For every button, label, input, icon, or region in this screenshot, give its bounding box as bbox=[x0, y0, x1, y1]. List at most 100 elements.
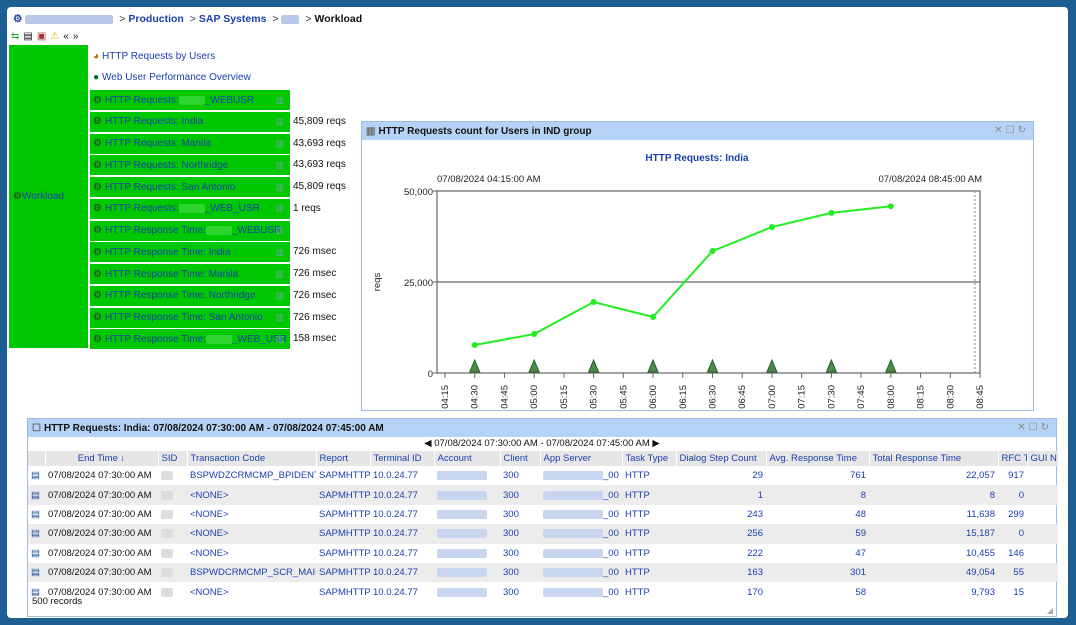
tree-item[interactable]: ⚙ HTTP Response Time: India ▥ bbox=[90, 242, 290, 263]
tree-item-suffix: _WEBUSR bbox=[231, 225, 282, 236]
maximize-icon[interactable]: ☐ bbox=[1029, 422, 1041, 433]
close-icon[interactable]: ✕ bbox=[994, 125, 1005, 136]
restore-icon[interactable]: ↻ bbox=[1018, 125, 1029, 136]
column-header[interactable]: Terminal ID bbox=[370, 451, 435, 466]
table-cell: HTTP bbox=[625, 508, 650, 520]
event-marker-icon bbox=[528, 358, 540, 373]
column-header[interactable]: GUI N bbox=[1027, 451, 1059, 466]
y-axis-label: reqs bbox=[372, 273, 383, 292]
bar-chart-icon[interactable]: ▥ bbox=[275, 182, 284, 193]
gear-icon: ⚙ bbox=[93, 312, 102, 323]
app-server-cell: _00 bbox=[540, 562, 622, 583]
breadcrumb-sid-redacted[interactable] bbox=[281, 14, 300, 24]
prev-range-icon[interactable]: ◀ bbox=[424, 438, 431, 449]
column-header[interactable]: Avg. Response Time bbox=[766, 451, 870, 466]
column-header[interactable]: Client bbox=[500, 451, 541, 466]
table-cell: SAPMHTTP bbox=[316, 485, 370, 505]
tree-item[interactable]: ⚙ HTTP Response Time: Manila ▥ bbox=[90, 264, 290, 284]
column-header[interactable]: SID bbox=[158, 451, 188, 466]
table-cell: 10.0.24.77 bbox=[370, 524, 434, 544]
table-row[interactable]: ▤ 07/08/2024 07:30:00 AM BSPWDCRMCMP_SCR_M… bbox=[28, 562, 1058, 583]
tree-link[interactable]: ● Web User Performance Overview bbox=[90, 68, 290, 88]
breadcrumb-current: Workload bbox=[314, 13, 363, 25]
table-cell: 10.0.24.77 bbox=[373, 586, 418, 598]
tree-item[interactable]: ⚙ HTTP Requests: _WEB_USR ▥ bbox=[90, 198, 290, 219]
table-row[interactable]: ▤ 07/08/2024 07:30:00 AM BSPWDZCRMCMP_BPID… bbox=[28, 466, 1058, 485]
bar-chart-icon[interactable]: ▥ bbox=[275, 225, 284, 236]
gear-icon: ⚙ bbox=[93, 94, 102, 106]
bar-chart-icon[interactable]: ▥ bbox=[275, 116, 284, 127]
breadcrumb-root-redacted[interactable] bbox=[25, 14, 114, 24]
tree-item[interactable]: ⚙ HTTP Requests: Northridge ▥ bbox=[90, 155, 290, 176]
refresh-icon[interactable]: ⇆ bbox=[11, 31, 19, 42]
bar-chart-icon[interactable]: ▥ bbox=[275, 334, 284, 345]
bar-chart-icon[interactable]: ▥ bbox=[275, 160, 284, 171]
bar-chart-icon[interactable]: ▥ bbox=[275, 95, 284, 106]
toolbar: ⇆ ▤ ▣ ⚠ « » bbox=[11, 31, 78, 42]
x-tick-label: 05:45 bbox=[618, 385, 629, 409]
tree-item[interactable]: ⚙ HTTP Response Time: Northridge ▥ bbox=[90, 285, 290, 306]
table-cell: BSPWDZCRMCMP_BPIDENT bbox=[190, 470, 316, 482]
data-point bbox=[828, 209, 835, 216]
forward-icon[interactable]: » bbox=[73, 31, 79, 42]
bar-chart-icon[interactable]: ▥ bbox=[275, 203, 284, 214]
tree-item[interactable]: ⚙ HTTP Requests: Manila ▥ bbox=[90, 133, 290, 154]
table-row[interactable]: ▤ 07/08/2024 07:30:00 AM <NONE> SAPMHTTP 10.… bbox=[28, 582, 1058, 601]
app-server-cell: _00 bbox=[540, 524, 622, 544]
resize-grip-icon[interactable]: ◢ bbox=[1047, 606, 1053, 615]
start-time-label: 07/08/2024 04:15:00 AM bbox=[437, 174, 541, 185]
tree-item[interactable]: ⚙ HTTP Requests: India ▥ bbox=[90, 111, 290, 132]
table-row[interactable]: ▤ 07/08/2024 07:30:00 AM <NONE> SAPMHTTP 10.… bbox=[28, 524, 1058, 544]
column-header[interactable]: Total Response Time bbox=[869, 451, 999, 466]
column-header[interactable]: Dialog Step Count bbox=[676, 451, 767, 466]
bar-chart-icon[interactable]: ▥ bbox=[275, 312, 284, 323]
column-header[interactable]: Report bbox=[316, 451, 371, 466]
table-cell bbox=[1027, 485, 1058, 505]
data-point bbox=[531, 331, 538, 338]
bar-chart-icon[interactable]: ▥ bbox=[275, 138, 284, 149]
next-range-icon[interactable]: ▶ bbox=[652, 438, 659, 449]
account-cell bbox=[434, 505, 500, 524]
tree-link[interactable]: ◕ HTTP Requests by Users bbox=[90, 46, 290, 66]
tree-item[interactable]: ⚙ HTTP Requests: _WEBUSR ▥ bbox=[90, 90, 290, 110]
tree-item[interactable]: ⚙ HTTP Response Time: _WEBUSR ▥ bbox=[90, 220, 290, 241]
table-cell: 146 bbox=[1008, 547, 1024, 559]
tree-item[interactable]: ⚙ HTTP Response Time: _WEB_USR ▥ bbox=[90, 329, 290, 350]
breadcrumb-production[interactable]: Production bbox=[128, 13, 183, 25]
data-point bbox=[650, 313, 657, 320]
tree-item[interactable]: ⚙ HTTP Response Time: San Antonio ▥ bbox=[90, 307, 290, 328]
topology-icon[interactable]: ▣ bbox=[37, 31, 46, 42]
breadcrumb-sap-systems[interactable]: SAP Systems bbox=[199, 13, 267, 25]
restore-icon[interactable]: ↻ bbox=[1041, 422, 1052, 433]
column-header[interactable]: RFC Time bbox=[998, 451, 1028, 466]
bar-chart-icon: ▥ bbox=[366, 125, 376, 137]
column-header[interactable]: App Server bbox=[540, 451, 623, 466]
tree-item[interactable]: ⚙ HTTP Requests: San Antonio ▥ bbox=[90, 177, 290, 197]
table-cell: 300 bbox=[500, 562, 540, 583]
warning-icon[interactable]: ⚠ bbox=[50, 31, 59, 42]
column-header[interactable]: Account bbox=[434, 451, 501, 466]
close-icon[interactable]: ✕ bbox=[1017, 422, 1028, 433]
bar-chart-icon[interactable]: ▥ bbox=[275, 269, 284, 280]
table-row[interactable]: ▤ 07/08/2024 07:30:00 AM <NONE> SAPMHTTP 10.… bbox=[28, 544, 1058, 563]
bar-chart-icon[interactable]: ▥ bbox=[275, 247, 284, 258]
bar-chart-icon[interactable]: ▥ bbox=[275, 290, 284, 301]
table-cell: 8 bbox=[766, 485, 869, 505]
table-row[interactable]: ▤ 07/08/2024 07:30:00 AM <NONE> SAPMHTTP 10.… bbox=[28, 505, 1058, 524]
tree-icon[interactable]: ▤ bbox=[23, 31, 32, 42]
app-server-cell: _00 bbox=[540, 505, 622, 524]
record-icon: ▤ bbox=[28, 562, 45, 583]
maximize-icon[interactable]: ☐ bbox=[1006, 125, 1018, 136]
table-cell: HTTP bbox=[622, 562, 676, 583]
column-header[interactable]: Task Type bbox=[622, 451, 677, 466]
column-header[interactable]: End Time ↓ bbox=[45, 451, 159, 466]
table-cell: 07/08/2024 07:30:00 AM bbox=[48, 508, 152, 520]
record-count: 500 records bbox=[32, 596, 83, 607]
x-tick-label: 06:00 bbox=[648, 385, 659, 409]
tree-workload[interactable]: ⚙ Workload bbox=[9, 45, 88, 348]
table-row[interactable]: ▤ 07/08/2024 07:30:00 AM <NONE> SAPMHTTP 10.… bbox=[28, 485, 1058, 505]
column-header[interactable]: Transaction Code bbox=[187, 451, 317, 466]
chart-panel: ▥ HTTP Requests count for Users in IND g… bbox=[361, 121, 1034, 411]
x-tick-label: 07:00 bbox=[767, 385, 778, 409]
back-icon[interactable]: « bbox=[63, 31, 69, 42]
